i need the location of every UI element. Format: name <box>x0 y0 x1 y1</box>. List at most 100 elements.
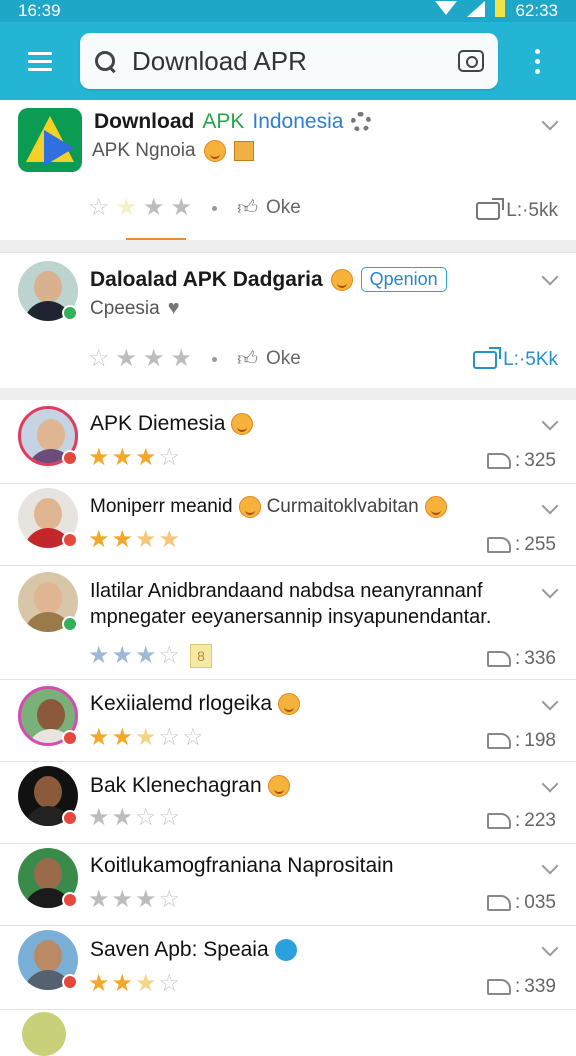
post-title-row: Daloalad APK Dadgaria Qpenion <box>90 267 447 292</box>
like-icon[interactable]: 👍︎ <box>237 347 258 371</box>
app-subtitle-row: APK Ngnoia <box>92 140 254 162</box>
status-bar: 16:39 62:33 <box>0 0 576 22</box>
status-badge-icon <box>62 974 78 990</box>
list-item[interactable]: Moniperr meanid Curmaitoklvabitan ★ ★ ★ ★ :2… <box>0 484 576 566</box>
post-title: Daloalad APK Dadgaria <box>90 267 323 291</box>
opinion-chip[interactable]: Qpenion <box>360 267 447 292</box>
search-box[interactable]: Download APR <box>80 33 498 89</box>
chevron-down-icon[interactable] <box>541 413 559 431</box>
post-subtitle-row: Cpeesia ♥ <box>90 297 180 320</box>
app-bar: Download APR <box>0 22 576 100</box>
status-badge-icon <box>62 730 78 746</box>
list-item[interactable]: Ilatilar Anidbrandaand nabdsa neanyranna… <box>0 566 576 680</box>
reply-count[interactable]: :336 <box>487 648 556 670</box>
app-subtitle: APK Ngnoia <box>92 140 196 161</box>
app-card[interactable]: Download APK Indonesia APK Ngnoia ☆ ★ ★ … <box>0 100 576 241</box>
post-card[interactable]: Daloalad APK Dadgaria Qpenion Cpeesia ♥ … <box>0 252 576 388</box>
smile-emoji-icon <box>278 693 301 715</box>
rating-stars: ★ ★ ★ ☆ <box>88 444 181 471</box>
rating-stars: ★ ★ ★ ☆ <box>88 886 181 913</box>
list-item[interactable]: Bak Klenechagran ★ ★ ☆ ☆ :223 <box>0 762 576 844</box>
reply-count[interactable]: :339 <box>487 976 556 998</box>
chevron-down-icon[interactable] <box>541 775 559 793</box>
app-title-blue: Indonesia <box>252 110 344 133</box>
rating-stars: ★ ★ ★ ☆ <box>88 970 181 997</box>
reply-count[interactable]: :198 <box>487 730 556 752</box>
separator-dot <box>212 356 218 362</box>
app-title: Download APK Indonesia <box>94 110 372 134</box>
star-icon[interactable]: ★ <box>171 196 193 220</box>
list-item[interactable]: Koitlukamogfraniana Naprositain ★ ★ ★ ☆ :03… <box>0 844 576 926</box>
more-vert-icon[interactable] <box>498 22 576 100</box>
reply-count[interactable]: :325 <box>487 450 556 472</box>
camera-icon[interactable] <box>458 50 484 72</box>
chevron-down-icon[interactable] <box>541 693 559 711</box>
app-title-green: APK <box>202 110 245 133</box>
status-badge-icon <box>62 892 78 908</box>
share-button[interactable]: L:·5Kk <box>473 347 558 371</box>
menu-icon[interactable] <box>0 22 80 100</box>
post-actions: ☆ ★ ★ ★ 👍︎ Oke <box>88 347 301 371</box>
battery-icon <box>495 0 506 17</box>
rating-stars: ★ ★ ★ ★ <box>88 526 181 553</box>
verified-badge-icon <box>62 305 78 321</box>
search-input[interactable]: Download APR <box>132 46 458 77</box>
like-icon[interactable]: 👍︎ <box>237 196 258 220</box>
star-icon[interactable]: ★ <box>171 347 193 371</box>
star-icon[interactable]: ★ <box>116 347 138 371</box>
reply-icon <box>487 895 512 911</box>
list-item[interactable]: Saven Apb: Speaia ★ ★ ★ ☆ :339 <box>0 926 576 1010</box>
like-label[interactable]: Oke <box>266 197 301 219</box>
chevron-down-icon[interactable] <box>541 113 559 131</box>
chevron-down-icon[interactable] <box>541 857 559 875</box>
chevron-down-icon[interactable] <box>541 581 559 599</box>
reviewer-name: Bak Klenechagran <box>90 774 290 798</box>
separator-dot <box>212 205 218 211</box>
status-icons: 62:33 <box>435 0 558 21</box>
section-divider <box>0 240 576 252</box>
reviewer-name: APK Diemesia <box>90 412 254 436</box>
list-item[interactable]: APK Diemesia ★ ★ ★ ☆ :325 <box>0 400 576 484</box>
reviewer-name: Koitlukamogfraniana Naprositain <box>90 854 394 877</box>
smile-emoji-icon <box>238 496 261 518</box>
share-button[interactable]: L:·5kk <box>476 198 558 222</box>
smile-emoji-icon <box>203 140 226 162</box>
reply-count[interactable]: :223 <box>487 810 556 832</box>
list-item[interactable]: Kexiialemd rlogeika ★ ★ ★ ☆ ☆ :198 <box>0 680 576 762</box>
app-actions: ☆ ★ ★ ★ 👍︎ Oke <box>88 196 301 220</box>
reviewer-name: Saven Apb: Speaia <box>90 938 297 962</box>
share-label: L:·5kk <box>506 200 558 221</box>
star-icon[interactable]: ★ <box>116 196 138 220</box>
verified-badge-icon <box>62 616 78 632</box>
star-outline-icon[interactable]: ☆ <box>88 347 110 371</box>
reviewer-name: Ilatilar Anidbrandaand nabdsa neanyranna… <box>90 580 492 628</box>
search-icon <box>94 50 116 72</box>
status-badge-icon <box>62 810 78 826</box>
star-outline-icon[interactable]: ☆ <box>88 196 110 220</box>
signal-icon <box>467 1 486 17</box>
app-title-bold: Download <box>94 110 195 133</box>
reply-icon <box>487 453 512 469</box>
star-icon[interactable]: ★ <box>143 196 165 220</box>
like-label[interactable]: Oke <box>266 348 301 370</box>
heart-icon[interactable]: ♥ <box>168 297 180 320</box>
rating-stars: ★ ★ ☆ ☆ <box>88 804 181 831</box>
music-note-icon <box>274 939 297 961</box>
reply-icon <box>487 537 512 553</box>
reviewer-name: Moniperr meanid Curmaitoklvabitan <box>90 496 447 518</box>
chevron-down-icon[interactable] <box>541 268 559 286</box>
status-right-text: 62:33 <box>515 1 558 20</box>
reply-count[interactable]: :035 <box>487 892 556 914</box>
avatar[interactable] <box>22 1012 66 1056</box>
share-icon <box>476 198 505 220</box>
chevron-down-icon[interactable] <box>541 939 559 957</box>
reply-icon <box>487 979 512 995</box>
star-icon[interactable]: ★ <box>143 347 165 371</box>
chevron-down-icon[interactable] <box>541 497 559 515</box>
post-subtitle: Cpeesia <box>90 297 160 319</box>
rating-stars: ★ ★ ★ ☆ 8 <box>88 644 213 668</box>
reply-count[interactable]: :255 <box>487 534 556 556</box>
smile-emoji-icon <box>424 496 447 518</box>
gear-icon[interactable] <box>351 112 372 132</box>
section-divider <box>0 388 576 400</box>
